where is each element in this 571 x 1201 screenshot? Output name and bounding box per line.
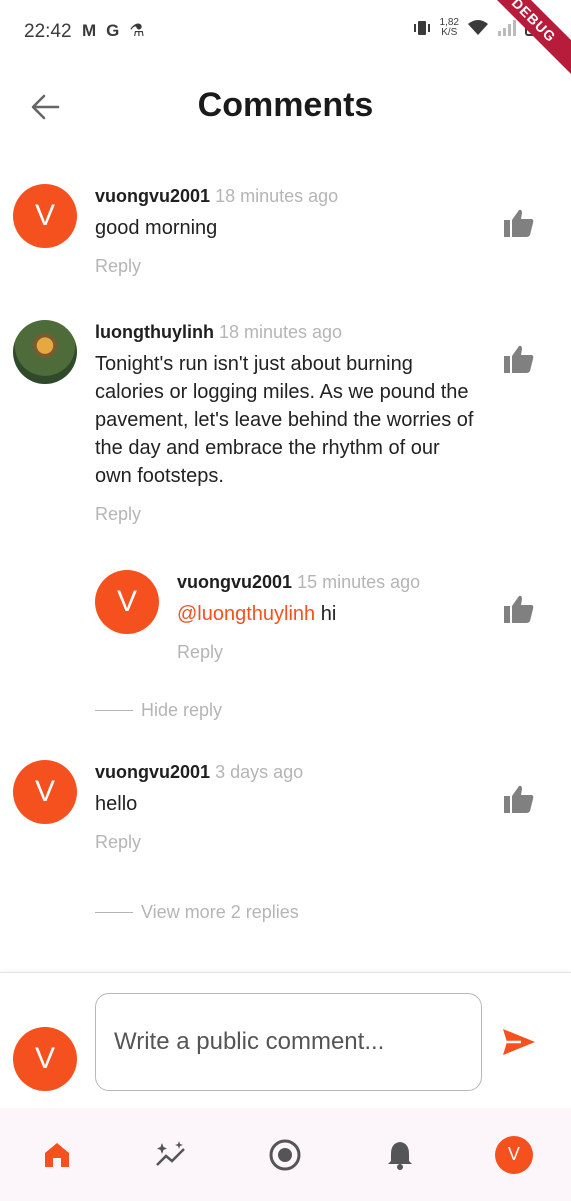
reply-button[interactable]: Reply <box>95 504 141 525</box>
divider <box>95 710 133 711</box>
page-title: Comments <box>197 86 374 124</box>
comment-text: hello <box>95 793 138 815</box>
nav-activity[interactable] <box>141 1125 201 1185</box>
thumbs-up-icon[interactable] <box>503 784 535 814</box>
comment-time: 3 days ago <box>215 762 304 782</box>
nav-profile[interactable]: V <box>484 1125 544 1185</box>
record-icon <box>269 1139 301 1170</box>
reply-button[interactable]: Reply <box>95 256 141 277</box>
avatar[interactable] <box>13 320 77 384</box>
comment-username[interactable]: vuongvu2001 <box>95 762 210 782</box>
nav-home[interactable] <box>27 1125 87 1185</box>
reply-button[interactable]: Reply <box>177 642 223 663</box>
sparkle-trend-icon <box>156 1140 186 1166</box>
comment-time: 18 minutes ago <box>218 322 343 342</box>
bell-icon <box>387 1141 412 1170</box>
google-icon: G <box>106 21 120 40</box>
gmail-icon: M <box>82 21 97 40</box>
flask-icon: ⚗ <box>129 21 145 40</box>
status-time: 22:42 <box>24 21 72 42</box>
wifi-icon <box>468 20 488 35</box>
comment-composer: V <box>0 972 571 1108</box>
thumbs-up-icon[interactable] <box>503 208 535 238</box>
comment-username[interactable]: vuongvu2001 <box>95 186 210 206</box>
reply-button[interactable]: Reply <box>95 832 141 853</box>
bottom-nav: V <box>0 1108 571 1201</box>
signal-icon <box>498 20 516 36</box>
comment-time: 18 minutes ago <box>215 186 339 206</box>
notification-icons: M G ⚗ <box>82 21 145 41</box>
mention-link[interactable]: @luongthuylinh <box>177 603 315 625</box>
header: Comments <box>0 64 571 154</box>
comment-input[interactable] <box>95 993 482 1091</box>
comment-text: @luongthuylinh hi <box>177 603 337 625</box>
thumbs-up-icon[interactable] <box>503 594 535 624</box>
avatar[interactable]: V <box>13 760 77 824</box>
home-icon <box>45 1142 70 1167</box>
avatar: V <box>494 1135 533 1174</box>
divider <box>95 912 133 913</box>
net-speed: 1,82 K/S <box>439 17 459 38</box>
avatar[interactable]: V <box>95 570 159 634</box>
comment-text: good morning <box>95 217 218 239</box>
send-icon[interactable] <box>501 1027 537 1057</box>
nav-notifications[interactable] <box>370 1125 430 1185</box>
comment-text: Tonight's run isn't just about burning c… <box>95 353 474 487</box>
comment-time: 15 minutes ago <box>297 572 421 592</box>
vibrate-icon <box>413 21 430 35</box>
avatar[interactable]: V <box>13 1027 77 1091</box>
view-more-replies-button[interactable]: View more 2 replies <box>95 902 299 923</box>
avatar[interactable]: V <box>13 184 77 248</box>
nav-record[interactable] <box>255 1125 315 1185</box>
comment-username[interactable]: vuongvu2001 <box>177 572 292 592</box>
hide-reply-button[interactable]: Hide reply <box>95 700 222 721</box>
thumbs-up-icon[interactable] <box>503 344 535 374</box>
status-bar: 22:42 M G ⚗ 1,82 K/S DEBUG <box>0 0 571 82</box>
comment-username[interactable]: luongthuylinh <box>95 322 214 342</box>
